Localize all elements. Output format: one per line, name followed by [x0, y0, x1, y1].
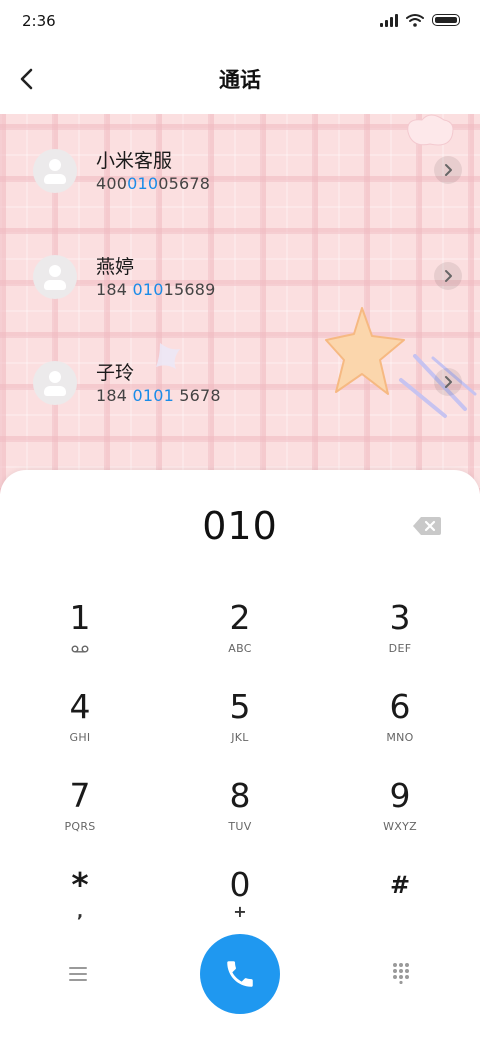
- key-digit: *: [71, 865, 89, 904]
- contact-row[interactable]: 燕婷 184 01015689: [0, 222, 480, 328]
- chevron-right-icon: [445, 270, 452, 282]
- backspace-icon: [413, 517, 441, 535]
- key-letters: [340, 909, 460, 923]
- key-letters: +: [233, 902, 247, 921]
- menu-icon: [69, 967, 87, 981]
- wifi-icon: [406, 14, 424, 27]
- key-digit: 2: [229, 598, 251, 637]
- voicemail-icon: [71, 645, 89, 653]
- dialpad-icon: [393, 963, 409, 985]
- key-hash[interactable]: #: [340, 859, 460, 939]
- key-digit: 1: [69, 598, 91, 637]
- key-1[interactable]: 1: [20, 592, 140, 672]
- battery-icon: [432, 14, 460, 26]
- dialpad-toggle-button[interactable]: [390, 962, 412, 985]
- contact-number: 184 01015689: [96, 280, 216, 299]
- contact-name: 燕婷: [96, 256, 135, 278]
- contact-detail-button[interactable]: [434, 156, 462, 184]
- page-title: 通话: [219, 68, 261, 92]
- contact-number: 40001005678: [96, 174, 211, 193]
- avatar: [33, 361, 77, 405]
- chevron-right-icon: [445, 376, 452, 388]
- key-digit: 0: [229, 865, 251, 904]
- key-digit: 4: [69, 687, 91, 726]
- avatar: [33, 149, 77, 193]
- status-icons: [380, 13, 460, 27]
- phone-icon: [227, 961, 253, 987]
- key-9[interactable]: 9 WXYZ: [340, 770, 460, 850]
- key-letters: ,: [76, 902, 84, 921]
- key-letters: WXYZ: [383, 820, 417, 833]
- contact-name: 小米客服: [96, 150, 173, 172]
- contact-row[interactable]: 子玲 184 0101 5678: [0, 328, 480, 434]
- key-digit: 5: [229, 687, 251, 726]
- backspace-button[interactable]: [412, 516, 442, 536]
- signal-icon: [380, 13, 398, 27]
- key-letters: TUV: [228, 820, 252, 833]
- key-letters: JKL: [231, 731, 249, 744]
- key-digit: 3: [389, 598, 411, 637]
- key-6[interactable]: 6 MNO: [340, 681, 460, 761]
- contact-name: 子玲: [96, 362, 135, 384]
- status-time: 2:36: [22, 12, 56, 30]
- key-digit: 7: [69, 776, 91, 815]
- chevron-right-icon: [445, 164, 452, 176]
- key-digit: 9: [389, 776, 411, 815]
- key-3[interactable]: 3 DEF: [340, 592, 460, 672]
- key-letters: MNO: [386, 731, 414, 744]
- dialer-panel: 010 1 2 ABC 3 DEF 4 GHI 5 JKL 6 MNO 7 PQ…: [0, 470, 480, 1040]
- key-2[interactable]: 2 ABC: [180, 592, 300, 672]
- key-star[interactable]: * ,: [20, 859, 140, 939]
- number-match-highlight: 0101: [132, 386, 174, 405]
- menu-button[interactable]: [64, 962, 92, 986]
- key-letters: ABC: [228, 642, 252, 655]
- status-bar: 2:36: [0, 0, 480, 44]
- key-0[interactable]: 0 +: [180, 859, 300, 939]
- key-8[interactable]: 8 TUV: [180, 770, 300, 850]
- contact-detail-button[interactable]: [434, 368, 462, 396]
- contact-number: 184 0101 5678: [96, 386, 221, 405]
- contact-list: 小米客服 40001005678 燕婷 184 01015689 子玲 184 …: [0, 114, 480, 494]
- avatar: [33, 255, 77, 299]
- key-7[interactable]: 7 PQRS: [20, 770, 140, 850]
- key-digit: #: [389, 871, 411, 899]
- call-button[interactable]: [200, 934, 280, 1014]
- key-5[interactable]: 5 JKL: [180, 681, 300, 761]
- contact-row[interactable]: 小米客服 40001005678: [0, 116, 480, 222]
- key-digit: 6: [389, 687, 411, 726]
- key-letters: GHI: [69, 731, 91, 744]
- contact-detail-button[interactable]: [434, 262, 462, 290]
- key-4[interactable]: 4 GHI: [20, 681, 140, 761]
- number-match-highlight: 010: [127, 174, 159, 193]
- dialed-number-display[interactable]: 010: [0, 504, 480, 548]
- key-digit: 8: [229, 776, 251, 815]
- header: 通话: [0, 44, 480, 114]
- number-match-highlight: 010: [132, 280, 164, 299]
- key-letters: PQRS: [64, 820, 96, 833]
- key-letters: DEF: [388, 642, 412, 655]
